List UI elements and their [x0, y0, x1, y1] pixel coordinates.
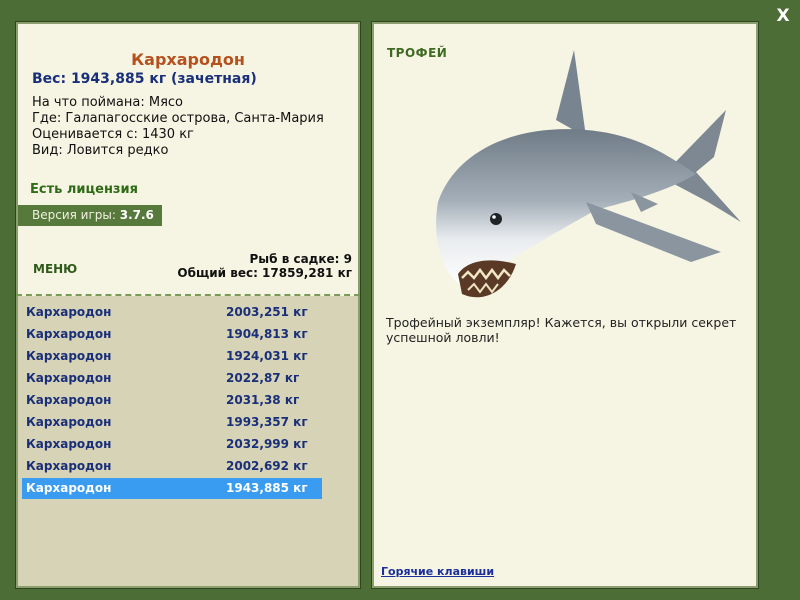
- version-label: Версия игры:: [32, 208, 120, 222]
- version-badge: Версия игры: 3.7.6: [18, 205, 162, 226]
- list-item-name: Кархародон: [26, 393, 112, 407]
- trophy-panel: ТРОФЕЙ Трофейный экземпляр! Кажется, вы …: [372, 22, 758, 588]
- version-value: 3.7.6: [119, 208, 154, 222]
- game-window: X Кархародон Вес: 1943,885 кг (зачетная)…: [0, 0, 800, 600]
- close-button[interactable]: X: [773, 6, 793, 26]
- total-weight: Общий вес: 17859,281 кг: [177, 266, 352, 280]
- list-item-name: Кархародон: [26, 437, 112, 451]
- menu-button[interactable]: МЕНЮ: [33, 262, 77, 276]
- net-stats: Рыб в садке: 9 Общий вес: 17859,281 кг: [177, 252, 352, 280]
- fish-title: Кархародон: [131, 50, 245, 69]
- list-item-weight: 1993,357 кг: [226, 415, 308, 429]
- fish-weight: Вес: 1943,885 кг (зачетная): [32, 71, 257, 87]
- list-item-weight: 1924,031 кг: [226, 349, 308, 363]
- fish-count: Рыб в садке: 9: [249, 252, 353, 266]
- fish-info-panel: Кархародон Вес: 1943,885 кг (зачетная) Н…: [16, 22, 360, 588]
- list-item[interactable]: Кархародон 2032,999 кг: [22, 434, 322, 455]
- list-item[interactable]: Кархародон 1904,813 кг: [22, 324, 322, 345]
- list-item[interactable]: Кархародон 2003,251 кг: [22, 302, 322, 323]
- list-item-name: Кархародон: [26, 305, 112, 319]
- shark-image: [436, 50, 741, 298]
- list-item-weight: 2003,251 кг: [226, 305, 308, 319]
- list-item[interactable]: Кархародон 1993,357 кг: [22, 412, 322, 433]
- list-item-name: Кархародон: [26, 349, 112, 363]
- list-item[interactable]: Кархародон 2031,38 кг: [22, 390, 322, 411]
- list-item-weight: 2002,692 кг: [226, 459, 308, 473]
- list-item-name: Кархародон: [26, 327, 112, 341]
- list-item-weight: 1943,885 кг: [226, 481, 308, 495]
- list-item[interactable]: Кархародон 1924,031 кг: [22, 346, 322, 367]
- list-item-name: Кархародон: [26, 415, 112, 429]
- list-item-weight: 2031,38 кг: [226, 393, 300, 407]
- list-item[interactable]: Кархародон 2022,87 кг: [22, 368, 322, 389]
- list-item-name: Кархародон: [26, 371, 112, 385]
- list-item-weight: 2032,999 кг: [226, 437, 308, 451]
- list-item-weight: 2022,87 кг: [226, 371, 300, 385]
- bait-info: На что поймана: Мясо: [32, 95, 184, 110]
- license-status: Есть лицензия: [30, 182, 138, 197]
- list-item-weight: 1904,813 кг: [226, 327, 308, 341]
- value-info: Оценивается с: 1430 кг: [32, 127, 194, 142]
- list-item[interactable]: Кархародон 2002,692 кг: [22, 456, 322, 477]
- rarity-info: Вид: Ловится редко: [32, 143, 169, 158]
- trophy-description: Трофейный экземпляр! Кажется, вы открыли…: [386, 315, 737, 345]
- list-item-name: Кархародон: [26, 459, 112, 473]
- catch-list: Кархародон 2003,251 кг Кархародон 1904,813…: [18, 296, 358, 586]
- hotkeys-link[interactable]: Горячие клавиши: [381, 565, 494, 578]
- location-info: Где: Галапагосские острова, Санта-Мария: [32, 111, 324, 126]
- list-item-name: Кархародон: [26, 481, 112, 495]
- list-item[interactable]: Кархародон 1943,885 кг: [22, 478, 322, 499]
